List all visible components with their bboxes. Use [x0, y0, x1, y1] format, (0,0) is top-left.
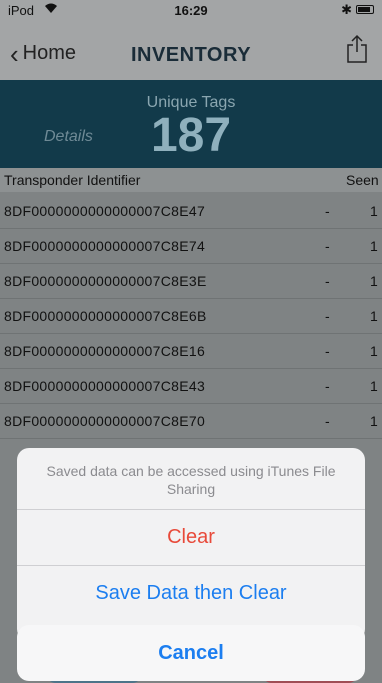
action-sheet-message: Saved data can be accessed using iTunes …: [17, 448, 365, 510]
row-dash: -: [325, 308, 330, 324]
clear-button[interactable]: Clear: [17, 510, 365, 566]
status-bar: iPod 16:29 ✱: [0, 0, 382, 20]
bluetooth-icon: ✱: [341, 2, 352, 17]
share-icon[interactable]: [346, 34, 368, 64]
row-dash: -: [325, 413, 330, 429]
column-header-identifier: Transponder Identifier: [4, 172, 141, 188]
seen-count: 1: [370, 273, 378, 289]
table-row[interactable]: 8DF0000000000000007C8E70 - 1: [0, 404, 382, 439]
tag-id: 8DF0000000000000007C8E70: [4, 413, 206, 429]
tag-id: 8DF0000000000000007C8E74: [4, 238, 206, 254]
tag-id: 8DF0000000000000007C8E47: [4, 203, 206, 219]
row-dash: -: [325, 203, 330, 219]
row-dash: -: [325, 273, 330, 289]
page-title: INVENTORY: [130, 44, 252, 66]
table-row[interactable]: 8DF0000000000000007C8E43 - 1: [0, 369, 382, 404]
status-time: 16:29: [174, 3, 208, 18]
seen-count: 1: [370, 413, 378, 429]
battery-icon: [356, 5, 374, 14]
tag-id: 8DF0000000000000007C8E3E: [4, 273, 207, 289]
cancel-button[interactable]: Cancel: [17, 625, 365, 681]
table-row[interactable]: 8DF0000000000000007C8E47 - 1: [0, 194, 382, 229]
seen-count: 1: [370, 308, 378, 324]
nav-bar: ‹ Home INVENTORY: [0, 20, 382, 80]
summary-header: Details Unique Tags 187: [0, 80, 382, 168]
action-sheet: Saved data can be accessed using iTunes …: [17, 448, 365, 641]
column-header-seen: Seen: [346, 172, 379, 188]
table-row[interactable]: 8DF0000000000000007C8E3E - 1: [0, 264, 382, 299]
unique-tags-count: 187: [150, 109, 232, 162]
row-dash: -: [325, 378, 330, 394]
tag-id: 8DF0000000000000007C8E6B: [4, 308, 207, 324]
tag-id: 8DF0000000000000007C8E43: [4, 378, 206, 394]
row-dash: -: [325, 343, 330, 359]
table-row[interactable]: 8DF0000000000000007C8E74 - 1: [0, 229, 382, 264]
row-dash: -: [325, 238, 330, 254]
table-header: Transponder Identifier Seen: [0, 168, 382, 192]
tag-id: 8DF0000000000000007C8E16: [4, 343, 206, 359]
seen-count: 1: [370, 203, 378, 219]
save-then-clear-button[interactable]: Save Data then Clear: [17, 566, 365, 621]
seen-count: 1: [370, 378, 378, 394]
seen-count: 1: [370, 238, 378, 254]
screen: iPod 16:29 ✱ ‹ Home INVENTORY Details Un…: [0, 0, 382, 683]
table-row[interactable]: 8DF0000000000000007C8E16 - 1: [0, 334, 382, 369]
seen-count: 1: [370, 343, 378, 359]
tag-list: 8DF0000000000000007C8E47 - 1 8DF00000000…: [0, 194, 382, 439]
table-row[interactable]: 8DF0000000000000007C8E6B - 1: [0, 299, 382, 334]
